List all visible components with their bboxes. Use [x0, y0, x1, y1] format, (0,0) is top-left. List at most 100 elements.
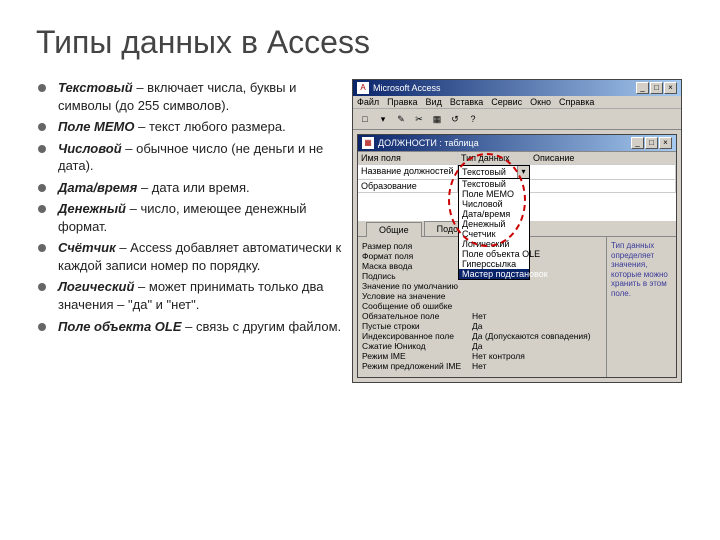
dropdown-option[interactable]: Мастер подстановок: [459, 269, 529, 279]
property-value[interactable]: Да (Допускаются совпадения): [472, 331, 602, 341]
toolbar-button[interactable]: ✎: [393, 111, 409, 127]
property-row[interactable]: Обязательное полеНет: [362, 311, 602, 321]
list-item: Числовой – обычное число (не деньги и не…: [36, 140, 346, 175]
property-row[interactable]: Условие на значение: [362, 291, 602, 301]
list-item: Дата/время – дата или время.: [36, 179, 346, 197]
list-item: Денежный – число, имеющее денежный форма…: [36, 200, 346, 235]
property-row[interactable]: Режим IMEНет контроля: [362, 351, 602, 361]
dropdown-option[interactable]: Гиперссылка: [459, 259, 529, 269]
grid-body[interactable]: Название должностей Текстовый ▾ Образова…: [358, 165, 676, 221]
property-label: Индексированное поле: [362, 331, 472, 341]
menu-item[interactable]: Окно: [530, 97, 551, 107]
property-row[interactable]: Сообщение об ошибке: [362, 301, 602, 311]
table-icon: ▦: [362, 137, 374, 149]
bullet-icon: [38, 244, 46, 252]
property-label: Пустые строки: [362, 321, 472, 331]
property-value[interactable]: Да: [472, 321, 602, 331]
property-label: Условие на значение: [362, 291, 472, 301]
tab-general[interactable]: Общие: [366, 222, 422, 237]
property-label: Значение по умолчанию: [362, 281, 472, 291]
sub-close-button[interactable]: ×: [659, 137, 672, 149]
bullet-icon: [38, 283, 46, 291]
menu-item[interactable]: Правка: [387, 97, 417, 107]
property-help: Тип данных определяет значения, которые …: [606, 237, 676, 377]
dropdown-option[interactable]: Поле объекта OLE: [459, 249, 529, 259]
description-cell[interactable]: [530, 165, 676, 179]
property-label: Сообщение об ошибке: [362, 301, 472, 311]
item-text: Числовой – обычное число (не деньги и не…: [58, 140, 346, 175]
toolbar-button[interactable]: ▦: [429, 111, 445, 127]
menu-item[interactable]: Файл: [357, 97, 379, 107]
datatype-dropdown[interactable]: ТекстовыйПоле МЕМОЧисловойДата/времяДене…: [458, 178, 530, 280]
minimize-button[interactable]: _: [636, 82, 649, 94]
slide-title: Типы данных в Access: [36, 24, 684, 61]
property-row[interactable]: Режим предложений IMEНет: [362, 361, 602, 371]
app-icon: A: [357, 82, 369, 94]
access-app-window: A Microsoft Access _ □ × Файл Правка Вид Вс…: [352, 79, 682, 383]
datatype-cell[interactable]: Текстовый ▾: [458, 165, 530, 179]
field-name-cell[interactable]: Название должностей: [358, 165, 458, 179]
app-titlebar: A Microsoft Access _ □ ×: [353, 80, 681, 96]
subwin-titlebar: ▦ ДОЛЖНОСТИ : таблица _ □ ×: [358, 135, 676, 151]
toolbar-button[interactable]: ↺: [447, 111, 463, 127]
menu-item[interactable]: Вид: [426, 97, 442, 107]
sub-minimize-button[interactable]: _: [631, 137, 644, 149]
dropdown-option[interactable]: Счетчик: [459, 229, 529, 239]
property-label: Режим предложений IME: [362, 361, 472, 371]
table-design-window: ▦ ДОЛЖНОСТИ : таблица _ □ × Имя поля Тип…: [357, 134, 677, 378]
list-item: Поле объекта OLE – связь с другим файлом…: [36, 318, 346, 336]
property-row[interactable]: Пустые строкиДа: [362, 321, 602, 331]
col-header-desc: Описание: [530, 152, 676, 164]
dropdown-option[interactable]: Денежный: [459, 219, 529, 229]
menu-item[interactable]: Сервис: [491, 97, 522, 107]
description-cell[interactable]: [530, 180, 676, 192]
toolbar-button[interactable]: ▾: [375, 111, 391, 127]
toolbar-button[interactable]: ✂: [411, 111, 427, 127]
dropdown-option[interactable]: Текстовый: [459, 179, 529, 189]
property-value[interactable]: [472, 301, 602, 311]
dropdown-option[interactable]: Дата/время: [459, 209, 529, 219]
property-value[interactable]: Да: [472, 341, 602, 351]
item-text: Поле МЕМО – текст любого размера.: [58, 118, 286, 136]
bullet-icon: [38, 184, 46, 192]
bullet-icon: [38, 205, 46, 213]
menubar: Файл Правка Вид Вставка Сервис Окно Справка: [353, 96, 681, 109]
property-value[interactable]: [472, 291, 602, 301]
toolbar-button[interactable]: □: [357, 111, 373, 127]
list-item: Текстовый – включает числа, буквы и симв…: [36, 79, 346, 114]
property-row[interactable]: Значение по умолчанию: [362, 281, 602, 291]
property-label: Обязательное поле: [362, 311, 472, 321]
maximize-button[interactable]: □: [650, 82, 663, 94]
property-row[interactable]: Сжатие ЮникодДа: [362, 341, 602, 351]
property-label: Формат поля: [362, 251, 472, 261]
sub-maximize-button[interactable]: □: [645, 137, 658, 149]
list-item: Логический – может принимать только два …: [36, 278, 346, 313]
dropdown-option[interactable]: Числовой: [459, 199, 529, 209]
col-header-type: Тип данных: [458, 152, 530, 164]
close-button[interactable]: ×: [664, 82, 677, 94]
bullet-icon: [38, 84, 46, 92]
toolbar-button[interactable]: ?: [465, 111, 481, 127]
property-label: Подпись: [362, 271, 472, 281]
item-text: Дата/время – дата или время.: [58, 179, 250, 197]
bullet-list: Текстовый – включает числа, буквы и симв…: [36, 79, 346, 383]
property-value[interactable]: Нет контроля: [472, 351, 602, 361]
col-header-name: Имя поля: [358, 152, 458, 164]
bullet-icon: [38, 145, 46, 153]
bullet-icon: [38, 123, 46, 131]
property-value[interactable]: Нет: [472, 361, 602, 371]
subwin-title: ДОЛЖНОСТИ : таблица: [378, 138, 479, 148]
field-name-cell[interactable]: Образование: [358, 180, 458, 192]
property-value[interactable]: [472, 281, 602, 291]
dropdown-arrow-icon[interactable]: ▾: [517, 166, 529, 178]
list-item: Счётчик – Access добавляет автоматически…: [36, 239, 346, 274]
property-value[interactable]: Нет: [472, 311, 602, 321]
toolbar: □ ▾ ✎ ✂ ▦ ↺ ?: [353, 109, 681, 130]
dropdown-option[interactable]: Поле МЕМО: [459, 189, 529, 199]
menu-item[interactable]: Справка: [559, 97, 594, 107]
menu-item[interactable]: Вставка: [450, 97, 483, 107]
app-title: Microsoft Access: [373, 83, 441, 93]
dropdown-option[interactable]: Логический: [459, 239, 529, 249]
property-row[interactable]: Индексированное полеДа (Допускаются совп…: [362, 331, 602, 341]
item-text: Текстовый – включает числа, буквы и симв…: [58, 79, 346, 114]
